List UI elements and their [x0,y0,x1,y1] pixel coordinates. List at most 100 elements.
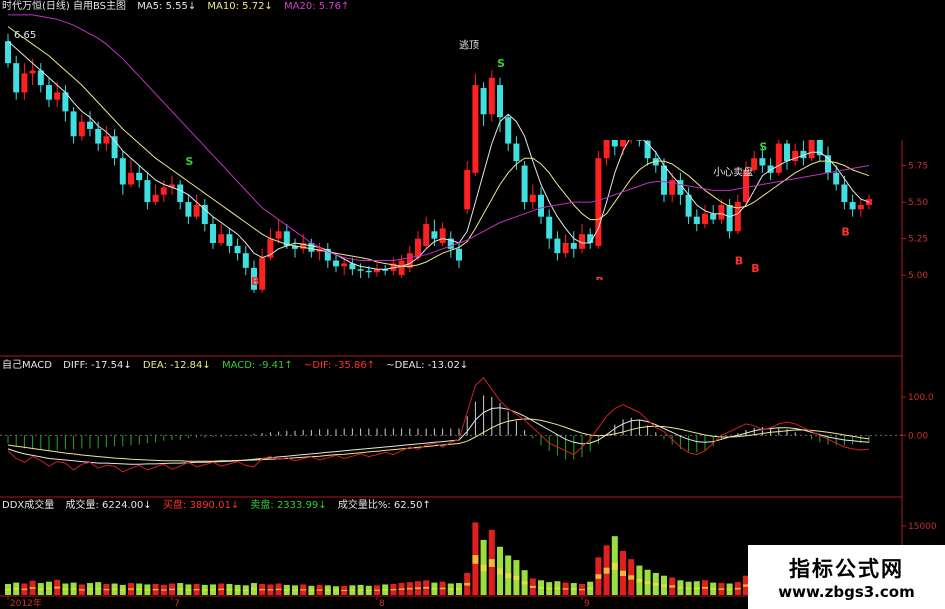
dea-value: DEA: -12.84↓ [142,360,211,371]
volume-bar-ddx-segment [415,587,421,590]
candle-body [456,248,462,261]
volume-bar-ddx-segment [513,575,520,580]
candle-body [759,158,766,166]
price-tick-label: 5.50 [908,198,928,208]
volume-bar-ddx-segment [324,589,331,591]
candle-body [734,202,741,232]
volume-tick-label: 15000 [908,522,937,532]
candle-body [554,238,561,254]
candle-body [775,143,782,173]
macd-tick-label: 0.00 [908,431,928,441]
main-header: 时代万恒(日线) 自用BS主图 MA5: 5.55↓ MA10: 5.72↓ M… [2,1,357,13]
volume-bar-ddx-segment [726,588,733,591]
volume-bar-ddx-segment [480,564,487,572]
candle-body [152,194,159,203]
volume-bar-ddx-segment [521,581,528,585]
candle-body [54,92,61,100]
signal-s: S [185,155,193,168]
buy-value: 买盘: 3890.01↓ [162,500,240,511]
macd-title: 自己MACD [2,360,52,371]
volume-bar-ddx-segment [316,589,323,591]
candle-body [431,231,438,239]
candle-body [513,143,520,162]
volume-bar-ddx-segment [275,588,282,591]
candle-body [226,234,233,246]
volume-bar-ddx-segment [538,586,544,589]
volume-bar-ddx-segment [185,589,192,591]
volume-bar-ddx-segment [201,589,208,591]
x-tick-label: 9 [584,599,590,609]
candle-body [718,204,725,220]
volume-bar-ddx-segment [587,587,594,590]
volume-bar-ddx-segment [29,587,36,589]
ma20-value: MA20: 5.76↑ [284,1,350,12]
macd-value: MACD: -9.41↑ [221,360,293,371]
volume-bar-ddx-segment [611,562,618,570]
candle-body [218,234,225,243]
volume-bar-ddx-segment [702,586,708,589]
volume-bar-ddx-segment [292,589,298,591]
volume-bar-ddx-segment [95,587,102,590]
candle-body [529,194,536,203]
candle-body [46,85,52,100]
signal-b: B [841,225,849,238]
candle-body [160,187,167,195]
volume-bar-ddx-segment [570,588,577,590]
candle-body [128,172,134,185]
volume-bar-ddx-segment [710,588,717,590]
candle-body [144,180,151,203]
volume-bar-ddx-segment [70,588,77,590]
volume-bar-ddx-segment [259,588,266,591]
candle-body [538,194,544,217]
volume-bar-ddx-segment [472,555,479,564]
volume-bar-ddx-segment [661,584,667,587]
ddx-header: DDX成交量 成交量: 6224.00↓ 买盘: 3890.01↓ 卖盘: 23… [2,500,439,512]
candle-body [177,184,184,203]
volume-bar-ddx-segment [62,588,69,591]
volume-bar-ddx-segment [349,589,356,591]
candle-body [13,63,20,93]
candle-body [521,165,528,203]
candle-body [5,41,11,64]
volume-bar-ddx-segment [37,588,44,590]
volume-bar-ddx-segment [226,588,233,591]
volume-bar-ddx-segment [152,588,159,591]
volume-bar-ddx-segment [652,582,659,586]
volume-bar-ddx-segment [390,588,397,591]
candle-body [21,73,28,93]
candle-body [488,77,495,115]
candle-body [792,150,799,162]
candle-body [661,165,667,195]
volume-bar-ddx-segment [382,589,389,591]
candle-body [341,263,348,267]
deal-value: ~DEAL: -13.02↓ [386,360,469,371]
volume-bar-ddx-segment [398,588,405,590]
volume-bar-ddx-segment [456,588,462,590]
volume-bar-ddx-segment [488,559,495,567]
volume-bar-ddx-segment [365,589,372,592]
volume-bar-ddx-segment [78,589,85,591]
candle-body [210,223,216,243]
volume-bar-ddx-segment [464,582,471,586]
candle-body [472,85,479,173]
volume-bar-ddx-segment [357,589,364,591]
volume-bar-ddx-segment [54,586,61,589]
candle-body [570,242,577,249]
site-watermark: 指标公式网 www.zbgs3.com [748,545,945,609]
candle-body [398,260,405,276]
volume-bar-ddx-segment [546,587,553,590]
volume-bar-ddx-segment [529,585,536,588]
candle-body [784,143,790,162]
candle-body [849,202,856,210]
candle-body [562,242,569,254]
volume-bar-ddx-segment [46,587,52,590]
macd-line-alt-dif [7,377,870,473]
volume-bar-ddx-segment [718,588,725,590]
price-tick-label: 5.25 [908,235,928,245]
volume-bar-ddx-segment [177,588,184,590]
diff-value: DIFF: -17.54↓ [63,360,132,371]
x-tick-label: 8 [379,599,385,609]
candle-body [423,223,430,246]
candle-body [497,85,503,118]
macd-tick-label: 100.0 [908,393,934,403]
